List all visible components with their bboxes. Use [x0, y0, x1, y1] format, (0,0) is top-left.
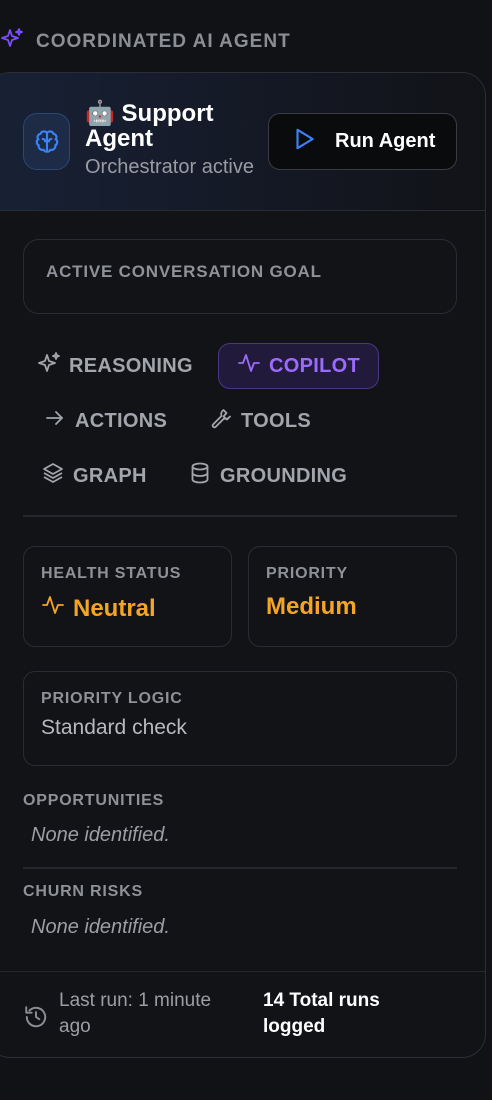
activity-icon	[41, 593, 65, 624]
section-title: COORDINATED AI AGENT	[36, 31, 291, 52]
tab-copilot[interactable]: COPILOT	[218, 343, 379, 389]
opportunities-label: OPPORTUNITIES	[23, 792, 165, 809]
history-icon	[23, 1004, 49, 1030]
priority-logic-label: PRIORITY LOGIC	[41, 690, 183, 707]
activity-icon	[237, 351, 261, 381]
agent-card: 🤖 Support Agent Orchestrator active Run …	[0, 72, 486, 1058]
health-status-value: Neutral	[73, 594, 156, 622]
footer: Last run: 1 minute ago 14 Total runs log…	[0, 971, 485, 1057]
agent-header: 🤖 Support Agent Orchestrator active Run …	[0, 73, 485, 211]
tab-tools[interactable]: TOOLS	[209, 398, 311, 444]
tab-graph[interactable]: GRAPH	[41, 453, 147, 499]
play-icon	[291, 126, 317, 158]
conversation-goal-box[interactable]: ACTIVE CONVERSATION GOAL	[23, 239, 457, 314]
run-agent-label: Run Agent	[335, 130, 436, 152]
tab-label: REASONING	[69, 354, 193, 377]
total-runs-text: 14 Total runs logged	[263, 990, 380, 1037]
database-icon	[188, 461, 212, 491]
wrench-icon	[209, 406, 233, 436]
tab-label: ACTIONS	[75, 409, 168, 432]
health-status-box: HEALTH STATUS Neutral	[23, 546, 232, 647]
sparkles-icon	[37, 351, 61, 381]
tab-grounding[interactable]: GROUNDING	[188, 453, 347, 499]
sparkles-icon	[0, 27, 24, 57]
priority-label: PRIORITY	[266, 565, 348, 582]
section-header: COORDINATED AI AGENT	[0, 28, 291, 56]
divider	[23, 515, 457, 517]
brain-icon	[23, 113, 70, 170]
goal-label: ACTIVE CONVERSATION GOAL	[46, 262, 322, 281]
tab-actions[interactable]: ACTIONS	[43, 398, 167, 444]
agent-status: Orchestrator active	[85, 156, 254, 178]
run-agent-button[interactable]: Run Agent	[268, 113, 457, 170]
arrow-right-icon	[43, 406, 67, 436]
churn-risks-label: CHURN RISKS	[23, 883, 143, 900]
tab-label: COPILOT	[269, 354, 360, 377]
health-status-label: HEALTH STATUS	[41, 565, 182, 582]
divider	[23, 867, 457, 869]
priority-logic-value: Standard check	[41, 716, 187, 739]
churn-risks-empty: None identified.	[31, 916, 170, 938]
priority-box: PRIORITY Medium	[248, 546, 457, 647]
opportunities-empty: None identified.	[31, 824, 170, 846]
agent-name: 🤖 Support Agent	[85, 100, 214, 152]
tab-label: TOOLS	[241, 409, 312, 432]
layers-icon	[41, 461, 65, 491]
tab-label: GRAPH	[73, 464, 147, 487]
priority-logic-box: PRIORITY LOGIC Standard check	[23, 671, 457, 766]
tab-label: GROUNDING	[220, 464, 348, 487]
last-run-text: Last run: 1 minute ago	[59, 990, 212, 1037]
tab-reasoning[interactable]: REASONING	[37, 343, 193, 389]
priority-value: Medium	[266, 593, 357, 620]
